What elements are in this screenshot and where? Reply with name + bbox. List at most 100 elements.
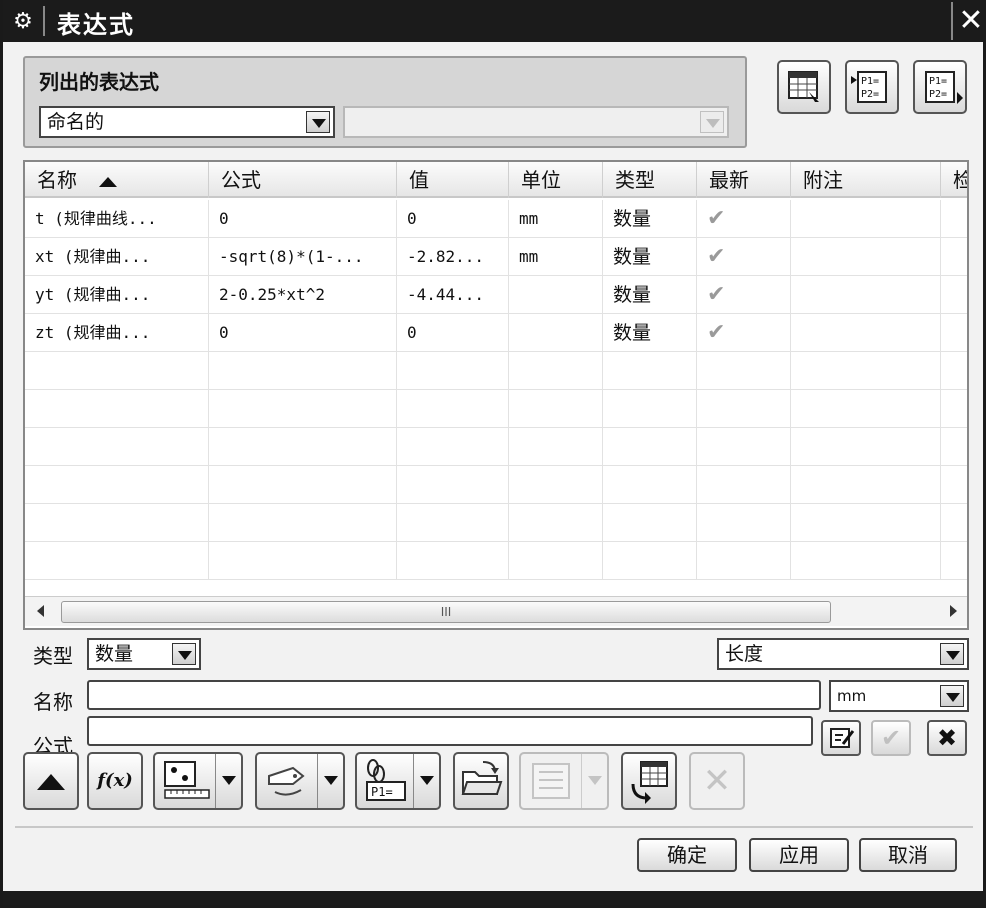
chevron-down-icon[interactable]	[940, 685, 964, 707]
measure-icon	[164, 761, 210, 799]
cell-name: zt (规律曲...	[25, 314, 209, 352]
listed-expressions-group: 列出的表达式 命名的	[23, 56, 747, 148]
edit-icon	[830, 728, 855, 748]
scroll-left-icon[interactable]	[37, 605, 44, 617]
chevron-down-icon[interactable]	[306, 111, 330, 133]
cell-unit	[509, 276, 603, 314]
window-title: 表达式	[57, 11, 135, 39]
delete-button: ✕	[689, 752, 745, 810]
title-separator	[43, 6, 45, 36]
chevron-down-icon[interactable]	[413, 754, 439, 808]
reference-button[interactable]	[255, 752, 345, 810]
spreadsheet-icon	[788, 71, 819, 102]
chevron-down-icon[interactable]	[172, 643, 196, 665]
table-row[interactable]: yt (规律曲... 2-0.25*xt^2 -4.44... 数量 ✔	[25, 276, 967, 314]
type-label: 类型	[33, 644, 73, 668]
import-expressions-button[interactable]: P1= P2=	[845, 60, 899, 114]
cell-formula: 0	[209, 200, 397, 238]
sort-ascending-icon	[99, 176, 117, 187]
column-header-check[interactable]: 检	[941, 162, 967, 198]
check-icon: ✔	[697, 276, 791, 314]
chevron-down-icon	[581, 754, 607, 808]
list-filter-select[interactable]: 命名的	[39, 106, 335, 138]
cell-value: 0	[397, 200, 509, 238]
divider	[15, 826, 973, 828]
column-header-latest[interactable]: 最新	[697, 162, 791, 198]
tag-arrow-icon	[268, 766, 305, 796]
cell-comment	[791, 314, 941, 352]
open-file-button[interactable]	[453, 752, 509, 810]
arrow-out-icon	[957, 92, 963, 104]
empty-row	[25, 504, 967, 542]
apply-button[interactable]: 应用	[749, 838, 849, 872]
table-refresh-icon	[631, 761, 668, 804]
unit-select[interactable]: mm	[829, 680, 969, 712]
cell-type: 数量	[603, 200, 697, 238]
chevron-down-icon[interactable]	[940, 643, 964, 665]
empty-row	[25, 542, 967, 580]
cell-type: 数量	[603, 314, 697, 352]
column-header-type[interactable]: 类型	[603, 162, 697, 198]
close-button[interactable]: ✕	[951, 2, 986, 40]
title-bar: ⚙ 表达式 ✕	[3, 0, 986, 42]
reject-button[interactable]: ✖	[927, 720, 967, 756]
column-header-unit[interactable]: 单位	[509, 162, 603, 198]
chevron-down-icon[interactable]	[317, 754, 343, 808]
type-select[interactable]: 数量	[87, 638, 201, 670]
secondary-filter-select	[343, 106, 729, 138]
edit-formula-button[interactable]	[821, 720, 861, 756]
name-label: 名称	[33, 690, 73, 714]
cell-unit: mm	[509, 238, 603, 276]
measure-button[interactable]	[153, 752, 243, 810]
table-row[interactable]: xt (规律曲... -sqrt(8)*(1-... -2.82... mm 数…	[25, 238, 967, 276]
cancel-button[interactable]: 取消	[859, 838, 957, 872]
close-icon: ✖	[936, 724, 958, 752]
table-header: 名称 公式 值 单位 类型 最新 附注 检	[25, 162, 967, 198]
dimension-select[interactable]: 长度	[717, 638, 969, 670]
expressions-dialog: ⚙ 表达式 ✕ 列出的表达式 命名的 P1= P2= P1= P2= 名称 公式…	[0, 0, 986, 908]
export-expressions-button[interactable]: P1= P2=	[913, 60, 967, 114]
table-row[interactable]: t (规律曲线... 0 0 mm 数量 ✔	[25, 200, 967, 238]
table-row[interactable]: zt (规律曲... 0 0 数量 ✔	[25, 314, 967, 352]
cell-formula: 2-0.25*xt^2	[209, 276, 397, 314]
check-icon: ✔	[880, 724, 902, 752]
cell-name: t (规律曲线...	[25, 200, 209, 238]
empty-row	[25, 466, 967, 504]
accept-button: ✔	[871, 720, 911, 756]
empty-row	[25, 428, 967, 466]
cell-formula: -sqrt(8)*(1-...	[209, 238, 397, 276]
column-header-label: 名称	[37, 168, 77, 192]
spreadsheet-edit-button[interactable]	[777, 60, 831, 114]
bottom-border	[3, 891, 986, 905]
column-header-formula[interactable]: 公式	[209, 162, 397, 198]
cell-comment	[791, 276, 941, 314]
list-filter-value: 命名的	[47, 111, 105, 133]
scroll-right-icon[interactable]	[950, 605, 957, 617]
column-header-value[interactable]: 值	[397, 162, 509, 198]
ok-button[interactable]: 确定	[637, 838, 737, 872]
function-button[interactable]: f(x)	[87, 752, 143, 810]
list-options-button	[519, 752, 609, 810]
formula-input[interactable]	[87, 716, 813, 746]
collapse-button[interactable]	[23, 752, 79, 810]
refresh-table-button[interactable]	[621, 752, 677, 810]
cell-type: 数量	[603, 276, 697, 314]
p1-text: P1=	[371, 785, 393, 799]
cell-name: yt (规律曲...	[25, 276, 209, 314]
chevron-down-icon[interactable]	[215, 754, 241, 808]
horizontal-scrollbar[interactable]: III	[25, 596, 967, 626]
gear-icon: ⚙	[13, 9, 33, 34]
cell-name: xt (规律曲...	[25, 238, 209, 276]
link-expression-button[interactable]: P1=	[355, 752, 441, 810]
name-input[interactable]	[87, 680, 821, 710]
empty-row	[25, 390, 967, 428]
close-icon: ✕	[702, 761, 732, 801]
unit-select-value: mm	[837, 687, 867, 705]
expressions-table: 名称 公式 值 单位 类型 最新 附注 检 t (规律曲线... 0 0 mm …	[23, 160, 969, 630]
cell-formula: 0	[209, 314, 397, 352]
cell-value: -2.82...	[397, 238, 509, 276]
column-header-name[interactable]: 名称	[25, 162, 209, 198]
scroll-thumb[interactable]: III	[61, 601, 831, 623]
arrow-in-icon	[851, 76, 857, 84]
column-header-comment[interactable]: 附注	[791, 162, 941, 198]
